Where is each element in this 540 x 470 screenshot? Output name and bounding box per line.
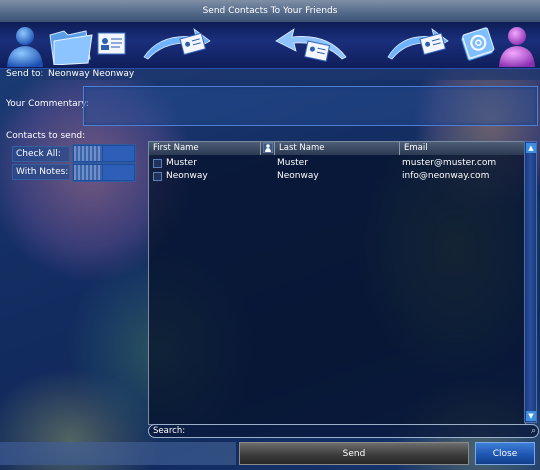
column-header-email[interactable]: Email	[400, 142, 525, 155]
contacts-table: First Name Last Name Email Muster Muster…	[148, 141, 526, 425]
toggle-track	[103, 146, 134, 161]
email-cell: info@neonway.com	[402, 171, 490, 181]
contacts-scrollbar[interactable]: ▲ ▼	[524, 141, 537, 423]
scroll-down-arrow-icon[interactable]: ▼	[526, 411, 536, 421]
send-to-label: Send to:	[6, 69, 44, 79]
send-button[interactable]: Send	[239, 442, 469, 465]
recipient-field: Neonway Neonway	[42, 69, 540, 80]
with-notes-label: With Notes:	[12, 164, 70, 180]
sort-person-icon	[262, 142, 274, 154]
last-name-cell: Neonway	[277, 171, 319, 181]
toggle-track	[103, 165, 134, 180]
search-label: Search:	[153, 426, 186, 436]
status-strip	[0, 442, 236, 465]
row-checkbox[interactable]	[153, 172, 162, 181]
column-header-first-name[interactable]: First Name	[149, 142, 261, 155]
close-button[interactable]: Close	[475, 442, 535, 465]
first-name-cell: Neonway	[166, 171, 208, 181]
toggle-knob[interactable]	[74, 146, 102, 161]
contacts-to-send-label: Contacts to send:	[6, 131, 86, 141]
scroll-up-arrow-icon[interactable]: ▲	[526, 143, 536, 153]
check-all-label: Check All:	[12, 146, 70, 162]
with-notes-toggle[interactable]	[72, 163, 136, 182]
column-sort-icon[interactable]	[261, 142, 275, 155]
check-all-toggle[interactable]	[72, 144, 136, 163]
user-silhouette-icon	[499, 27, 535, 67]
toggle-knob[interactable]	[74, 165, 102, 180]
table-row[interactable]: Muster Muster muster@muster.com	[149, 157, 525, 169]
row-checkbox[interactable]	[153, 159, 162, 168]
send-contacts-window: Send Contacts To Your Friends Send to: N…	[0, 0, 540, 470]
search-icon[interactable]: ⌕	[531, 425, 536, 437]
email-cell: muster@muster.com	[402, 158, 497, 168]
send-card-arrow-icon	[387, 28, 449, 60]
window-title: Send Contacts To Your Friends	[0, 0, 540, 23]
first-name-cell: Muster	[166, 158, 197, 168]
last-name-cell: Muster	[277, 158, 308, 168]
header-banner	[0, 22, 540, 69]
email-address-book-icon	[460, 27, 495, 61]
send-card-arrow-icon	[143, 28, 211, 60]
column-header-last-name[interactable]: Last Name	[275, 142, 400, 155]
table-row[interactable]: Neonway Neonway info@neonway.com	[149, 170, 525, 182]
commentary-label: Your Commentary:	[6, 99, 90, 109]
commentary-input[interactable]	[83, 86, 538, 126]
user-silhouette-icon	[7, 27, 43, 67]
search-field[interactable]: Search: ⌕	[148, 424, 539, 438]
contact-card-icon	[97, 32, 126, 55]
receive-card-arrow-icon	[275, 28, 347, 62]
folder-icon	[49, 30, 93, 65]
